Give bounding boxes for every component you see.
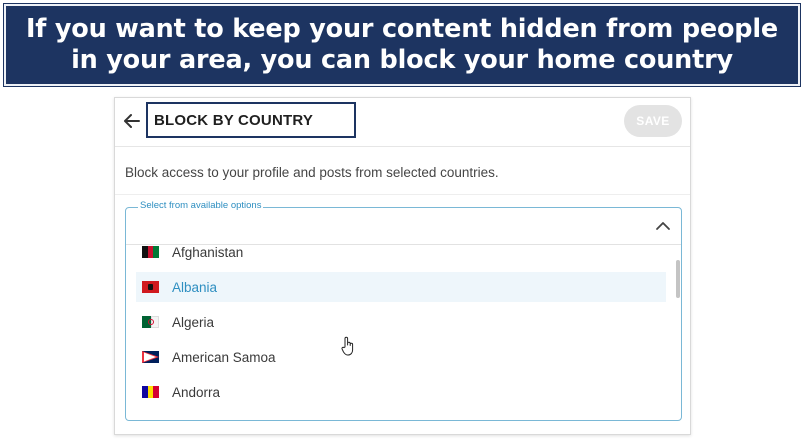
select-input-area[interactable] bbox=[126, 208, 681, 245]
country-select[interactable]: Select from available options Afghanista… bbox=[125, 200, 682, 421]
american-samoa-flag-icon bbox=[142, 351, 159, 363]
caption-line-1: If you want to keep your content hidden … bbox=[26, 14, 778, 44]
option-label: Algeria bbox=[172, 314, 215, 330]
option-label: Afghanistan bbox=[172, 245, 244, 260]
page-title: BLOCK BY COUNTRY bbox=[146, 102, 356, 138]
afghanistan-flag-icon bbox=[142, 246, 159, 258]
chevron-up-icon[interactable] bbox=[655, 220, 671, 232]
back-arrow-icon[interactable] bbox=[123, 112, 141, 130]
option-label: American Samoa bbox=[172, 349, 276, 365]
list-item-afghanistan[interactable]: Afghanistan bbox=[136, 245, 666, 267]
save-button[interactable]: SAVE bbox=[624, 105, 682, 137]
list-item-andorra[interactable]: Andorra bbox=[136, 377, 666, 407]
andorra-flag-icon bbox=[142, 386, 159, 398]
hand-cursor-icon bbox=[341, 336, 354, 356]
list-item-algeria[interactable]: Algeria bbox=[136, 307, 666, 337]
list-item-albania[interactable]: Albania bbox=[136, 272, 666, 302]
caption-line-2: in your area, you can block your home co… bbox=[71, 45, 733, 75]
block-by-country-panel: BLOCK BY COUNTRY SAVE Block access to yo… bbox=[114, 97, 691, 435]
country-list[interactable]: Afghanistan Albania Algeria American Sam… bbox=[126, 245, 681, 420]
scrollbar[interactable] bbox=[676, 260, 680, 298]
albania-flag-icon bbox=[142, 281, 159, 293]
caption-banner: If you want to keep your content hidden … bbox=[3, 3, 801, 87]
algeria-flag-icon bbox=[142, 316, 159, 328]
option-label: Albania bbox=[172, 279, 218, 295]
option-label: Andorra bbox=[172, 384, 221, 400]
description-text: Block access to your profile and posts f… bbox=[125, 165, 499, 180]
list-item-american-samoa[interactable]: American Samoa bbox=[136, 342, 666, 372]
panel-header: BLOCK BY COUNTRY SAVE bbox=[115, 98, 690, 147]
divider bbox=[115, 194, 690, 195]
